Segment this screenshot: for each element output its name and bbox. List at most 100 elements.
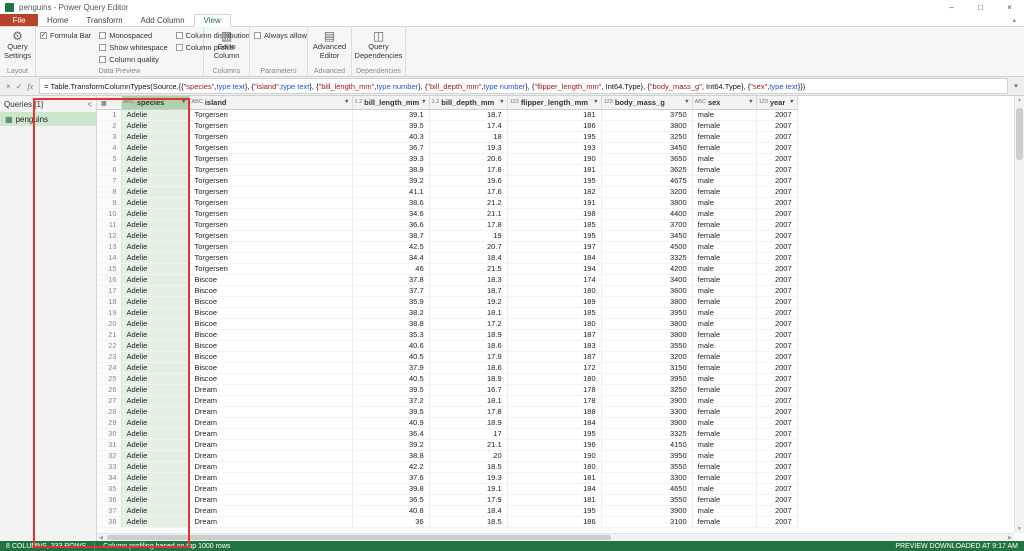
cell-year[interactable]: 2007	[756, 472, 797, 483]
cell-island[interactable]: Biscoe	[189, 296, 352, 307]
cell-flipper_length_mm[interactable]: 195	[507, 175, 601, 186]
cell-year[interactable]: 2007	[756, 340, 797, 351]
row-number[interactable]: 33	[97, 461, 121, 472]
tab-file[interactable]: File	[0, 14, 38, 26]
cell-sex[interactable]: male	[692, 263, 756, 274]
column-header-sex[interactable]: ABCsex▼	[692, 96, 756, 109]
cell-body_mass_g[interactable]: 3625	[601, 164, 692, 175]
checkbox-column-quality[interactable]: Column quality	[99, 54, 167, 64]
cell-species[interactable]: Adelie	[121, 296, 189, 307]
scroll-down-icon[interactable]: ▼	[1015, 526, 1024, 532]
cell-flipper_length_mm[interactable]: 180	[507, 285, 601, 296]
row-number[interactable]: 2	[97, 120, 121, 131]
cell-body_mass_g[interactable]: 3200	[601, 351, 692, 362]
row-number[interactable]: 17	[97, 285, 121, 296]
cell-flipper_length_mm[interactable]: 195	[507, 131, 601, 142]
cell-bill_depth_mm[interactable]: 18.5	[429, 516, 507, 527]
cell-bill_length_mm[interactable]: 40.6	[352, 340, 429, 351]
cell-body_mass_g[interactable]: 3800	[601, 197, 692, 208]
cell-species[interactable]: Adelie	[121, 439, 189, 450]
cell-flipper_length_mm[interactable]: 198	[507, 208, 601, 219]
cell-bill_length_mm[interactable]: 42.2	[352, 461, 429, 472]
cell-flipper_length_mm[interactable]: 186	[507, 120, 601, 131]
column-type-icon[interactable]: ABC	[192, 99, 203, 105]
cell-year[interactable]: 2007	[756, 274, 797, 285]
cell-sex[interactable]: female	[692, 351, 756, 362]
cell-island[interactable]: Torgersen	[189, 142, 352, 153]
cell-body_mass_g[interactable]: 4500	[601, 241, 692, 252]
cell-island[interactable]: Biscoe	[189, 329, 352, 340]
cell-island[interactable]: Dream	[189, 450, 352, 461]
advanced-editor-button[interactable]: ▤ Advanced Editor	[312, 30, 347, 67]
close-button[interactable]: ×	[995, 0, 1024, 14]
row-number[interactable]: 31	[97, 439, 121, 450]
cell-flipper_length_mm[interactable]: 181	[507, 164, 601, 175]
cell-bill_depth_mm[interactable]: 18	[429, 131, 507, 142]
cell-island[interactable]: Dream	[189, 472, 352, 483]
cell-bill_depth_mm[interactable]: 18.6	[429, 362, 507, 373]
row-number[interactable]: 9	[97, 197, 121, 208]
cell-sex[interactable]: male	[692, 395, 756, 406]
cell-flipper_length_mm[interactable]: 190	[507, 153, 601, 164]
cell-year[interactable]: 2007	[756, 351, 797, 362]
cell-year[interactable]: 2007	[756, 120, 797, 131]
cell-sex[interactable]: male	[692, 417, 756, 428]
cell-sex[interactable]: male	[692, 241, 756, 252]
row-number[interactable]: 29	[97, 417, 121, 428]
scroll-up-icon[interactable]: ▲	[1015, 97, 1024, 103]
minimize-button[interactable]: –	[937, 0, 966, 14]
row-number[interactable]: 36	[97, 494, 121, 505]
cell-bill_length_mm[interactable]: 39.5	[352, 384, 429, 395]
cell-year[interactable]: 2007	[756, 505, 797, 516]
column-type-icon[interactable]: 1.2	[355, 99, 363, 105]
cell-species[interactable]: Adelie	[121, 252, 189, 263]
cell-bill_length_mm[interactable]: 41.1	[352, 186, 429, 197]
filter-icon[interactable]: ▼	[748, 99, 753, 105]
cell-island[interactable]: Torgersen	[189, 186, 352, 197]
cell-species[interactable]: Adelie	[121, 362, 189, 373]
cell-bill_length_mm[interactable]: 36.5	[352, 494, 429, 505]
cell-bill_length_mm[interactable]: 39.8	[352, 483, 429, 494]
row-number[interactable]: 37	[97, 505, 121, 516]
cell-bill_depth_mm[interactable]: 18.1	[429, 307, 507, 318]
cell-year[interactable]: 2007	[756, 186, 797, 197]
cell-body_mass_g[interactable]: 3325	[601, 252, 692, 263]
cell-island[interactable]: Torgersen	[189, 197, 352, 208]
collapse-pane-icon[interactable]: <	[87, 100, 92, 109]
checkbox-always-allow[interactable]: Always allow	[254, 30, 307, 40]
column-type-icon[interactable]: 123	[510, 99, 519, 105]
cell-species[interactable]: Adelie	[121, 285, 189, 296]
cell-island[interactable]: Dream	[189, 483, 352, 494]
cell-flipper_length_mm[interactable]: 172	[507, 362, 601, 373]
cell-bill_depth_mm[interactable]: 18.3	[429, 274, 507, 285]
cell-bill_length_mm[interactable]: 40.5	[352, 351, 429, 362]
cell-flipper_length_mm[interactable]: 185	[507, 307, 601, 318]
row-number[interactable]: 3	[97, 131, 121, 142]
cell-year[interactable]: 2007	[756, 439, 797, 450]
cell-species[interactable]: Adelie	[121, 516, 189, 527]
horizontal-scrollbar[interactable]: ◀ ▶	[97, 533, 1014, 541]
cell-bill_length_mm[interactable]: 38.9	[352, 164, 429, 175]
cell-year[interactable]: 2007	[756, 516, 797, 527]
cell-flipper_length_mm[interactable]: 196	[507, 439, 601, 450]
cell-body_mass_g[interactable]: 4675	[601, 175, 692, 186]
cell-island[interactable]: Torgersen	[189, 153, 352, 164]
cell-bill_length_mm[interactable]: 39.3	[352, 153, 429, 164]
go-to-column-button[interactable]: ▥ Go to Column	[208, 30, 245, 67]
cell-body_mass_g[interactable]: 3800	[601, 296, 692, 307]
cell-flipper_length_mm[interactable]: 178	[507, 384, 601, 395]
cell-year[interactable]: 2007	[756, 252, 797, 263]
formula-input[interactable]: = Table.TransformColumnTypes(Source,{{"s…	[39, 78, 1008, 94]
cell-flipper_length_mm[interactable]: 187	[507, 351, 601, 362]
cell-body_mass_g[interactable]: 3250	[601, 384, 692, 395]
cell-species[interactable]: Adelie	[121, 109, 189, 120]
cell-year[interactable]: 2007	[756, 219, 797, 230]
column-type-icon[interactable]: ABC	[695, 99, 706, 105]
cell-body_mass_g[interactable]: 3600	[601, 285, 692, 296]
cell-bill_length_mm[interactable]: 37.6	[352, 472, 429, 483]
cell-body_mass_g[interactable]: 3550	[601, 494, 692, 505]
cell-flipper_length_mm[interactable]: 183	[507, 340, 601, 351]
cell-body_mass_g[interactable]: 3750	[601, 109, 692, 120]
cell-flipper_length_mm[interactable]: 180	[507, 373, 601, 384]
cell-bill_length_mm[interactable]: 37.7	[352, 285, 429, 296]
